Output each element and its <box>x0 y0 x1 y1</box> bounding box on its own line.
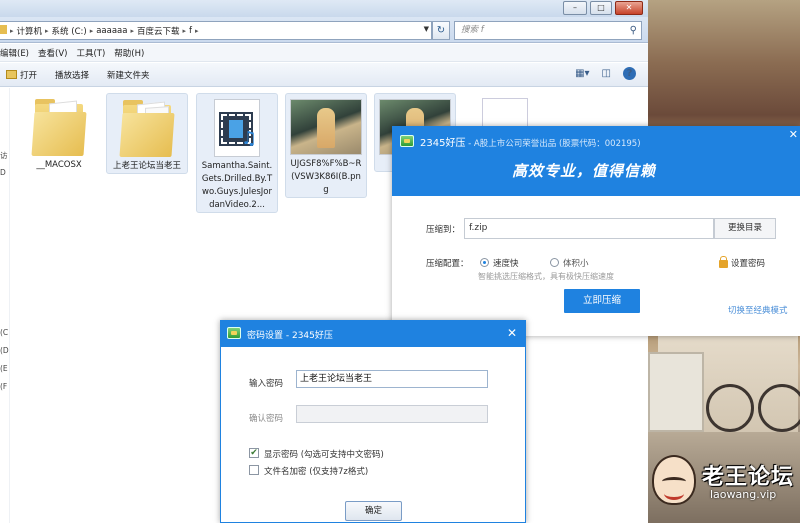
app-title: 2345好压 - A股上市公司荣誉出品 (股票代码：002195) <box>420 134 641 149</box>
small-radio[interactable] <box>550 258 559 267</box>
navigation-pane: 访 D (C (D (E (F <box>0 88 10 523</box>
nav-item[interactable]: (E <box>0 364 8 373</box>
enter-password-label: 输入密码 <box>249 379 284 389</box>
bicycle-wheel <box>758 384 800 432</box>
confirm-password-label: 确认密码 <box>249 414 284 424</box>
nav-item[interactable]: D <box>0 168 6 177</box>
nav-item[interactable]: (F <box>0 382 7 391</box>
confirm-password-input[interactable] <box>296 405 488 423</box>
ok-button[interactable]: 确定 <box>345 501 402 521</box>
menu-view[interactable]: 查看(V) <box>38 47 76 59</box>
config-label: 压缩配置： <box>426 259 469 269</box>
watermark-title: 老王论坛 <box>702 465 795 490</box>
open-icon <box>6 70 17 79</box>
bicycle-wheel <box>706 384 754 432</box>
file-name: UJGSF8%F%B~R(VSW3K86I(B.png <box>290 159 362 195</box>
menu-edit[interactable]: 编辑(E) <box>0 47 38 59</box>
breadcrumb-item[interactable]: 计算机 <box>14 25 46 37</box>
address-dropdown-icon[interactable]: ▼ <box>424 25 429 33</box>
crate <box>648 352 704 432</box>
dialog-titlebar: 密码设置 - 2345好压 ✕ <box>221 321 525 347</box>
switch-classic-link[interactable]: 切换至经典模式 <box>728 304 788 316</box>
command-toolbar: 打开 播放选择 新建文件夹 ▦▾ ◫ ? <box>0 63 648 87</box>
password-dialog: 密码设置 - 2345好压 ✕ 输入密码 上老王论坛当老王 确认密码 ✔ 显示密… <box>220 320 526 523</box>
file-name: Samantha.Saint.Gets.Drilled.By.Two.Guys.… <box>201 161 273 210</box>
nav-item[interactable]: 访 <box>0 150 8 161</box>
set-password-link[interactable]: 设置密码 <box>731 257 765 269</box>
open-label: 打开 <box>20 70 38 81</box>
menu-tools[interactable]: 工具(T) <box>76 47 114 59</box>
help-icon[interactable]: ? <box>623 67 636 80</box>
encrypt-names-label: 文件名加密 (仅支持7z格式) <box>264 467 369 477</box>
watermark-url: laowang.vip <box>710 488 777 501</box>
breadcrumb-item[interactable]: 系统 (C:) <box>49 25 90 37</box>
dialog-title: 密码设置 - 2345好压 <box>247 331 333 341</box>
search-icon: ⚲ <box>629 25 637 36</box>
search-placeholder: 搜索 f <box>461 25 484 35</box>
search-input[interactable]: 搜索 f ⚲ <box>454 21 642 40</box>
breadcrumb-item[interactable]: aaaaaa <box>93 26 130 36</box>
menu-bar: 编辑(E) 查看(V) 工具(T) 帮助(H) <box>0 44 648 62</box>
explorer-titlebar: – □ ✕ <box>0 0 648 17</box>
nav-item[interactable]: (C <box>0 328 8 337</box>
nav-item[interactable]: (D <box>0 346 9 355</box>
encrypt-names-checkbox[interactable] <box>249 465 259 475</box>
video-file-icon: ♫ <box>214 99 260 157</box>
image-thumbnail <box>290 99 362 155</box>
app-name: 2345好压 <box>420 138 466 149</box>
file-item-macosx[interactable]: __MACOSX <box>18 93 100 172</box>
hint-text: 智能挑选压缩格式，具有极快压缩速度 <box>478 272 614 281</box>
close-icon[interactable]: ✕ <box>789 128 798 141</box>
compress-path-input[interactable]: f.zip <box>464 218 714 239</box>
compress-header: 2345好压 - A股上市公司荣誉出品 (股票代码：002195) ✕ 高效专业… <box>392 126 800 196</box>
close-icon[interactable]: ✕ <box>507 326 517 340</box>
fast-label: 速度快 <box>493 259 519 269</box>
app-subtitle: - A股上市公司荣誉出品 (股票代码：002195) <box>465 139 641 149</box>
minimize-button[interactable]: – <box>563 1 587 15</box>
app-logo-icon <box>400 135 414 147</box>
small-label: 体积小 <box>563 259 589 269</box>
show-password-label: 显示密码 (勾选可支持中文密码) <box>264 450 384 460</box>
play-selection-button[interactable]: 播放选择 <box>55 69 89 81</box>
slogan: 高效专业，值得信赖 <box>512 162 657 180</box>
file-item-image[interactable]: UJGSF8%F%B~R(VSW3K86I(B.png <box>285 93 367 198</box>
breadcrumb-item[interactable]: 百度云下载 <box>134 25 183 37</box>
file-item-folder[interactable]: 上老王论坛当老王 <box>106 93 188 174</box>
compress-window: 2345好压 - A股上市公司荣誉出品 (股票代码：002195) ✕ 高效专业… <box>392 126 800 336</box>
refresh-button[interactable]: ↻ <box>432 21 450 40</box>
folder-icon <box>31 98 87 156</box>
watermark: 老王论坛 laowang.vip <box>652 455 800 523</box>
show-password-checkbox[interactable]: ✔ <box>249 448 259 458</box>
mascot-face-icon <box>652 455 696 505</box>
file-name: __MACOSX <box>36 160 82 170</box>
menu-help[interactable]: 帮助(H) <box>114 47 153 59</box>
toolbar-right-group: ▦▾ ◫ ? <box>575 67 648 80</box>
close-button[interactable]: ✕ <box>615 1 643 15</box>
fast-radio[interactable] <box>480 258 489 267</box>
password-input[interactable]: 上老王论坛当老王 <box>296 370 488 388</box>
address-bar[interactable]: ▸ 计算机 ▸ 系统 (C:) ▸ aaaaaa ▸ 百度云下载 ▸ f ▸ ▼ <box>0 21 432 40</box>
breadcrumb-arrow-icon: ▸ <box>195 26 199 35</box>
breadcrumb-item[interactable]: f <box>186 26 195 36</box>
new-folder-button[interactable]: 新建文件夹 <box>107 69 150 81</box>
lock-icon <box>719 256 728 268</box>
maximize-button[interactable]: □ <box>590 1 612 15</box>
address-row: ▸ 计算机 ▸ 系统 (C:) ▸ aaaaaa ▸ 百度云下载 ▸ f ▸ ▼… <box>0 17 648 43</box>
folder-icon <box>119 99 175 157</box>
preview-pane-icon[interactable]: ◫ <box>602 68 611 79</box>
compress-to-label: 压缩到： <box>426 225 461 235</box>
compress-now-button[interactable]: 立即压缩 <box>564 289 640 313</box>
file-item-video[interactable]: ♫ Samantha.Saint.Gets.Drilled.By.Two.Guy… <box>196 93 278 213</box>
change-view-icon[interactable]: ▦▾ <box>575 68 589 79</box>
file-name: 上老王论坛当老王 <box>112 161 181 171</box>
app-logo-icon <box>227 327 241 339</box>
folder-icon <box>0 24 10 37</box>
change-dir-button[interactable]: 更换目录 <box>714 218 776 239</box>
open-button[interactable]: 打开 <box>6 69 37 81</box>
